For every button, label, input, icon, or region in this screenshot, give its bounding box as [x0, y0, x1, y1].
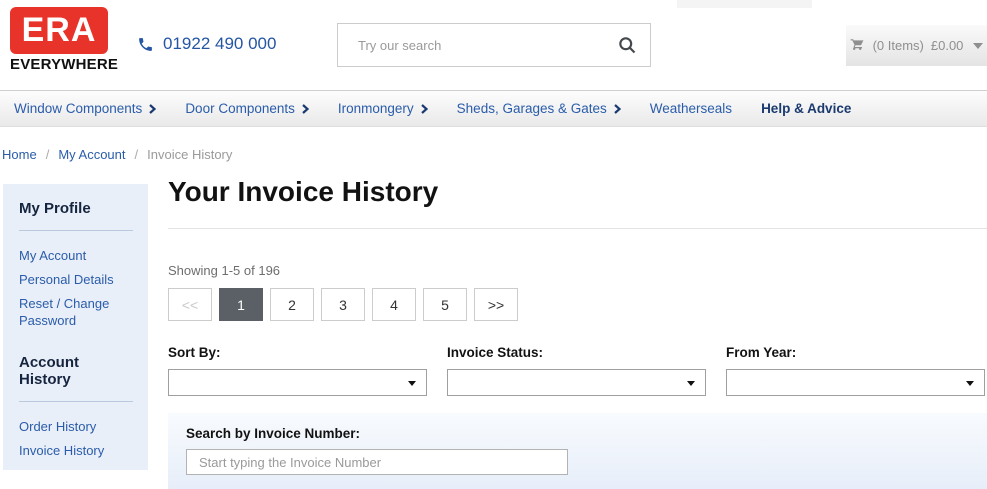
invoice-status-select[interactable] [447, 369, 706, 396]
breadcrumb-home[interactable]: Home [2, 147, 37, 162]
pagination-page-1[interactable]: 1 [219, 288, 263, 321]
cart-total: £0.00 [931, 38, 964, 53]
cart-chevron-down-icon [973, 43, 983, 49]
search-icon [617, 35, 637, 55]
era-logo-red-badge: ERA [10, 7, 108, 54]
phone-contact[interactable]: 01922 490 000 [137, 34, 276, 54]
invoice-search-panel: Search by Invoice Number: [168, 413, 987, 489]
nav-item-sheds-garages-gates[interactable]: Sheds, Garages & Gates [457, 101, 621, 116]
cart-summary[interactable]: (0 Items) £0.00 [846, 25, 987, 66]
sidebar-item-reset-change-password[interactable]: Reset / Change Password [19, 291, 129, 332]
breadcrumb-my-account[interactable]: My Account [58, 147, 125, 162]
title-divider [168, 228, 987, 229]
sidebar-item-personal-details[interactable]: Personal Details [19, 267, 129, 291]
from-year-select[interactable] [726, 369, 985, 396]
invoice-status-label: Invoice Status: [447, 345, 706, 360]
sidebar-divider [19, 230, 133, 231]
chevron-right-icon [302, 104, 309, 114]
filter-sort-by: Sort By: [168, 345, 427, 396]
breadcrumb-separator: / [135, 147, 139, 162]
nav-item-door-components[interactable]: Door Components [185, 101, 309, 116]
era-logo[interactable]: ERA EVERYWHERE [10, 7, 108, 73]
top-gray-strip [677, 0, 812, 8]
phone-number: 01922 490 000 [163, 34, 276, 54]
nav-label: Window Components [14, 101, 142, 116]
from-year-label: From Year: [726, 345, 985, 360]
nav-item-help-advice[interactable]: Help & Advice [761, 101, 851, 116]
sort-by-label: Sort By: [168, 345, 427, 360]
sidebar-item-my-account[interactable]: My Account [19, 243, 129, 267]
nav-item-weatherseals[interactable]: Weatherseals [650, 101, 732, 116]
filter-bar: Sort By: Invoice Status: From Year: [168, 345, 987, 396]
nav-label: Help & Advice [761, 101, 851, 116]
page: ERA EVERYWHERE 01922 490 000 [0, 0, 987, 489]
filter-invoice-status: Invoice Status: [447, 345, 706, 396]
pagination-page-4[interactable]: 4 [372, 288, 416, 321]
pagination-prev-button[interactable]: << [168, 288, 212, 321]
nav-item-ironmongery[interactable]: Ironmongery [338, 101, 428, 116]
search-button[interactable] [604, 24, 650, 66]
cart-icon [850, 38, 866, 54]
filter-from-year: From Year: [726, 345, 985, 396]
sidebar-spacer [19, 332, 133, 354]
search-input[interactable] [338, 38, 604, 53]
chevron-right-icon [149, 104, 156, 114]
account-sidebar: My Profile My Account Personal Details R… [3, 184, 148, 470]
sidebar-item-order-history[interactable]: Order History [19, 414, 129, 438]
pagination-page-2[interactable]: 2 [270, 288, 314, 321]
era-logo-text: ERA [22, 11, 97, 50]
nav-label: Door Components [185, 101, 295, 116]
chevron-right-icon [421, 104, 428, 114]
pagination-page-3[interactable]: 3 [321, 288, 365, 321]
nav-item-window-components[interactable]: Window Components [14, 101, 156, 116]
invoice-number-input[interactable] [186, 449, 568, 475]
sidebar-section-my-profile: My Profile [19, 200, 133, 217]
breadcrumb: Home / My Account / Invoice History [2, 147, 232, 162]
breadcrumb-separator: / [46, 147, 50, 162]
nav-label: Ironmongery [338, 101, 414, 116]
results-count: Showing 1-5 of 196 [168, 263, 280, 278]
era-logo-subtext: EVERYWHERE [10, 56, 108, 73]
site-search [337, 23, 651, 67]
sort-by-select[interactable] [168, 369, 427, 396]
phone-icon [137, 36, 154, 53]
cart-items-count: (0 Items) [873, 38, 924, 53]
sidebar-item-invoice-history[interactable]: Invoice History [19, 438, 129, 462]
sidebar-section-account-history: Account History [19, 354, 133, 388]
nav-label: Weatherseals [650, 101, 732, 116]
invoice-search-label: Search by Invoice Number: [186, 426, 987, 441]
main-nav: Window Components Door Components Ironmo… [0, 90, 987, 127]
pagination-page-5[interactable]: 5 [423, 288, 467, 321]
pagination-next-button[interactable]: >> [474, 288, 518, 321]
chevron-right-icon [614, 104, 621, 114]
breadcrumb-current-page: Invoice History [147, 147, 232, 162]
header: ERA EVERYWHERE 01922 490 000 [0, 0, 987, 88]
page-title: Your Invoice History [168, 176, 438, 208]
sidebar-divider [19, 401, 133, 402]
nav-label: Sheds, Garages & Gates [457, 101, 607, 116]
pagination: << 1 2 3 4 5 >> [168, 288, 518, 321]
